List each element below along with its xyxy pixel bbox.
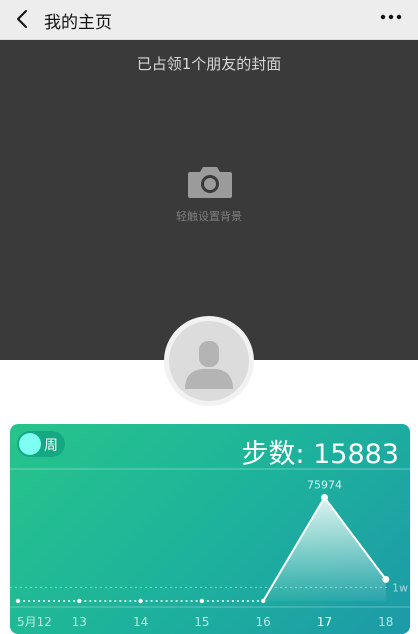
navigation-bar: 我的主页: [0, 0, 418, 40]
chart-area: [18, 497, 386, 601]
data-point: [261, 598, 266, 604]
steps-label: 步数:: [241, 439, 305, 470]
data-label: 75974: [307, 478, 342, 491]
more-dots-icon[interactable]: [378, 8, 404, 28]
data-point: [321, 493, 328, 501]
x-tick-label: 17: [317, 615, 332, 629]
x-tick-label: 13: [72, 615, 87, 629]
data-point: [138, 598, 143, 604]
toggle-label: 周: [44, 438, 58, 454]
cover-caption: 已占领1个朋友的封面: [136, 55, 282, 73]
chevron-left-icon[interactable]: [12, 8, 34, 30]
data-point: [77, 598, 82, 604]
data-point: [382, 575, 390, 583]
x-tick-label: 14: [133, 615, 148, 629]
x-tick-label: 5月12: [17, 615, 52, 629]
x-tick-label: 18: [378, 615, 393, 629]
avatar[interactable]: [164, 316, 254, 406]
default-user-icon: [185, 341, 233, 389]
x-tick-label: 15: [194, 615, 209, 629]
camera-icon[interactable]: [186, 164, 234, 200]
data-point: [15, 598, 21, 604]
steps-count: 步数: 15883: [241, 432, 399, 471]
avatar-image: [169, 321, 249, 401]
x-tick-label: 16: [256, 615, 271, 629]
steps-card: 1w 75974 5月12 13 14 15 16 17 18 周 步数: 15883: [10, 424, 410, 634]
toggle-knob: [19, 433, 41, 455]
reference-line-label: 1w: [392, 581, 408, 594]
cover-hint: 轻触设置背景: [176, 210, 242, 223]
week-toggle[interactable]: 周: [17, 431, 65, 457]
page-title: 我的主页: [44, 13, 112, 33]
data-point: [199, 598, 205, 604]
cover-background[interactable]: 已占领1个朋友的封面 轻触设置背景: [0, 40, 418, 360]
steps-value: 15883: [313, 439, 399, 470]
